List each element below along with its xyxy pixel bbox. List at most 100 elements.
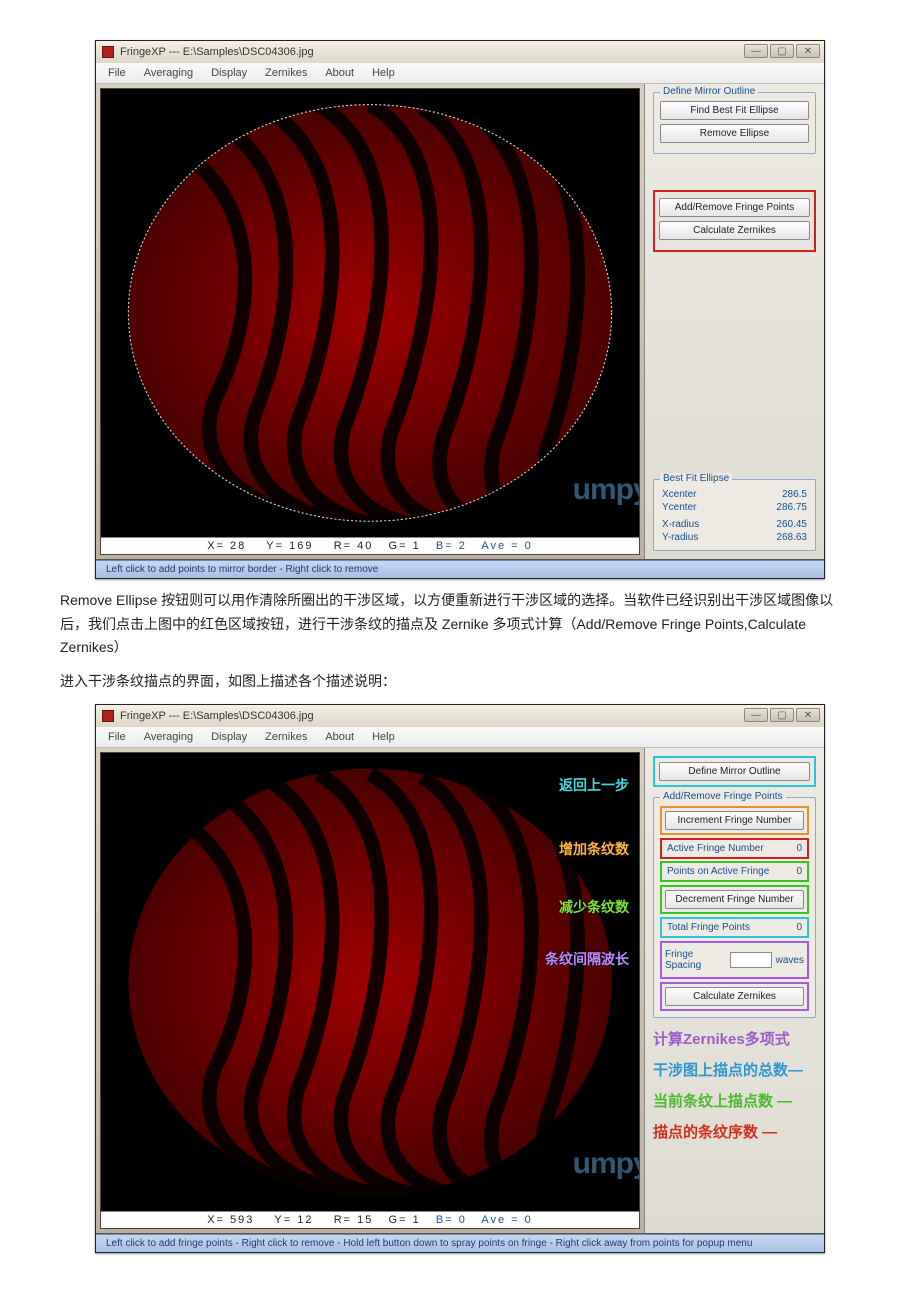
- fringe-spacing-unit: waves: [776, 955, 804, 966]
- active-num-box: Active Fringe Number 0: [660, 838, 809, 859]
- close-button[interactable]: ✕: [796, 44, 820, 58]
- annot-inc: 增加条纹数: [559, 839, 629, 859]
- menu-display[interactable]: Display: [211, 731, 247, 743]
- menu-file[interactable]: File: [108, 731, 126, 743]
- screenshot-2: FringeXP --- E:\Samples\DSC04306.jpg — ▢…: [95, 704, 825, 1253]
- menu-averaging[interactable]: Averaging: [144, 67, 193, 79]
- readout-b: B= 2: [436, 540, 467, 552]
- screenshot-1: FringeXP --- E:\Samples\DSC04306.jpg — ▢…: [95, 40, 825, 579]
- menu-averaging[interactable]: Averaging: [144, 731, 193, 743]
- minimize-button[interactable]: —: [744, 708, 768, 722]
- points-active-value: 0: [796, 866, 802, 877]
- annot-dec: 减少条纹数: [559, 897, 629, 917]
- calculate-zernikes-button[interactable]: Calculate Zernikes: [659, 221, 810, 240]
- canvas-area: 返回上一步 增加条纹数 减少条纹数 条纹间隔波长 umpywong.com X=…: [100, 752, 640, 1229]
- menu-file[interactable]: File: [108, 67, 126, 79]
- window-controls: — ▢ ✕: [744, 44, 820, 58]
- spacing-box: Fringe Spacing waves: [660, 941, 809, 979]
- inc-box: Increment Fringe Number: [660, 806, 809, 835]
- maximize-button[interactable]: ▢: [770, 44, 794, 58]
- menu-display[interactable]: Display: [211, 67, 247, 79]
- add-remove-fringe-points-button[interactable]: Add/Remove Fringe Points: [659, 198, 810, 217]
- note-activepts: 当前条纹上描点数 —: [653, 1090, 816, 1111]
- close-button[interactable]: ✕: [796, 708, 820, 722]
- ycenter-row: Ycenter286.75: [660, 501, 809, 514]
- group-legend: Best Fit Ellipse: [660, 473, 732, 484]
- total-points-value: 0: [796, 922, 802, 933]
- readout-y: Y= 169: [266, 540, 313, 552]
- active-fringe-value: 0: [796, 843, 802, 854]
- readout-b: B= 0: [436, 1214, 467, 1226]
- total-points-label: Total Fringe Points: [667, 922, 750, 933]
- window-title: FringeXP --- E:\Samples\DSC04306.jpg: [120, 46, 314, 58]
- find-best-fit-ellipse-button[interactable]: Find Best Fit Ellipse: [660, 101, 809, 120]
- best-fit-ellipse-group: Best Fit Ellipse Xcenter286.5 Ycenter286…: [653, 479, 816, 551]
- menu-bar: File Averaging Display Zernikes About He…: [96, 727, 824, 748]
- active-fringe-label: Active Fringe Number: [667, 843, 764, 854]
- xradius-row: X-radius260.45: [660, 518, 809, 531]
- active-pts-box: Points on Active Fringe 0: [660, 861, 809, 882]
- title-bar: FringeXP --- E:\Samples\DSC04306.jpg — ▢…: [96, 41, 824, 63]
- highlighted-buttons: Add/Remove Fringe Points Calculate Zerni…: [653, 190, 816, 252]
- interferogram-canvas[interactable]: umpywong.com: [101, 89, 639, 537]
- interferogram-canvas[interactable]: 返回上一步 增加条纹数 减少条纹数 条纹间隔波长 umpywong.com: [101, 753, 639, 1211]
- side-panel: Define Mirror Outline Add/Remove Fringe …: [644, 748, 824, 1233]
- pixel-readout: X= 593 Y= 12 R= 15 G= 1 B= 0 Ave = 0: [101, 1211, 639, 1228]
- menu-bar: File Averaging Display Zernikes About He…: [96, 63, 824, 84]
- dec-box: Decrement Fringe Number: [660, 885, 809, 914]
- workspace: 返回上一步 增加条纹数 减少条纹数 条纹间隔波长 umpywong.com X=…: [96, 748, 824, 1234]
- menu-about[interactable]: About: [325, 67, 354, 79]
- yradius-row: Y-radius268.63: [660, 531, 809, 544]
- minimize-button[interactable]: —: [744, 44, 768, 58]
- define-mirror-outline-button[interactable]: Define Mirror Outline: [659, 762, 810, 781]
- menu-zernikes[interactable]: Zernikes: [265, 67, 307, 79]
- readout-r: R= 40: [334, 540, 374, 552]
- define-outline-group: Define Mirror Outline Find Best Fit Elli…: [653, 92, 816, 154]
- readout-x: X= 28: [207, 540, 246, 552]
- decrement-fringe-button[interactable]: Decrement Fringe Number: [665, 890, 804, 909]
- window-controls: — ▢ ✕: [744, 708, 820, 722]
- increment-fringe-button[interactable]: Increment Fringe Number: [665, 811, 804, 830]
- back-box: Define Mirror Outline: [653, 756, 816, 787]
- title-bar: FringeXP --- E:\Samples\DSC04306.jpg — ▢…: [96, 705, 824, 727]
- canvas-area: umpywong.com X= 28 Y= 169 R= 40 G= 1 B= …: [100, 88, 640, 555]
- readout-x: X= 593: [207, 1214, 254, 1226]
- points-active-label: Points on Active Fringe: [667, 866, 769, 877]
- window-title: FringeXP --- E:\Samples\DSC04306.jpg: [120, 710, 314, 722]
- menu-help[interactable]: Help: [372, 731, 395, 743]
- status-bar: Left click to add points to mirror borde…: [96, 560, 824, 578]
- maximize-button[interactable]: ▢: [770, 708, 794, 722]
- note-totalpts: 干涉图上描点的总数—: [653, 1059, 816, 1080]
- readout-g: G= 1: [389, 540, 421, 552]
- total-box: Total Fringe Points 0: [660, 917, 809, 938]
- readout-ave: Ave = 0: [481, 1214, 532, 1226]
- annot-back: 返回上一步: [559, 775, 629, 795]
- menu-help[interactable]: Help: [372, 67, 395, 79]
- readout-y: Y= 12: [274, 1214, 313, 1226]
- app-icon: [102, 46, 114, 58]
- fringe-spacing-input[interactable]: [730, 952, 771, 968]
- readout-r: R= 15: [334, 1214, 374, 1226]
- readout-g: G= 1: [389, 1214, 421, 1226]
- note-calc: 计算Zernikes多项式: [653, 1028, 816, 1049]
- paragraph-2: 进入干涉条纹描点的界面，如图上描述各个描述说明：: [60, 670, 860, 694]
- annot-spacing: 条纹间隔波长: [545, 949, 629, 969]
- remove-ellipse-button[interactable]: Remove Ellipse: [660, 124, 809, 143]
- app-icon: [102, 710, 114, 722]
- paragraph-1: Remove Ellipse 按钮则可以用作清除所圈出的干涉区域，以方便重新进行…: [60, 589, 860, 660]
- fringe-spacing-label: Fringe Spacing: [665, 949, 726, 971]
- readout-ave: Ave = 0: [481, 540, 532, 552]
- calc-box: Calculate Zernikes: [660, 982, 809, 1011]
- status-bar: Left click to add fringe points - Right …: [96, 1234, 824, 1252]
- menu-zernikes[interactable]: Zernikes: [265, 731, 307, 743]
- group-legend: Define Mirror Outline: [660, 86, 758, 97]
- note-fringenum: 描点的条纹序数 —: [653, 1121, 816, 1142]
- xcenter-row: Xcenter286.5: [660, 488, 809, 501]
- fringe-points-group: Add/Remove Fringe Points Increment Fring…: [653, 797, 816, 1018]
- calculate-zernikes-button[interactable]: Calculate Zernikes: [665, 987, 804, 1006]
- group-legend: Add/Remove Fringe Points: [660, 791, 786, 802]
- workspace: umpywong.com X= 28 Y= 169 R= 40 G= 1 B= …: [96, 84, 824, 560]
- menu-about[interactable]: About: [325, 731, 354, 743]
- side-panel: Define Mirror Outline Find Best Fit Elli…: [644, 84, 824, 559]
- pixel-readout: X= 28 Y= 169 R= 40 G= 1 B= 2 Ave = 0: [101, 537, 639, 554]
